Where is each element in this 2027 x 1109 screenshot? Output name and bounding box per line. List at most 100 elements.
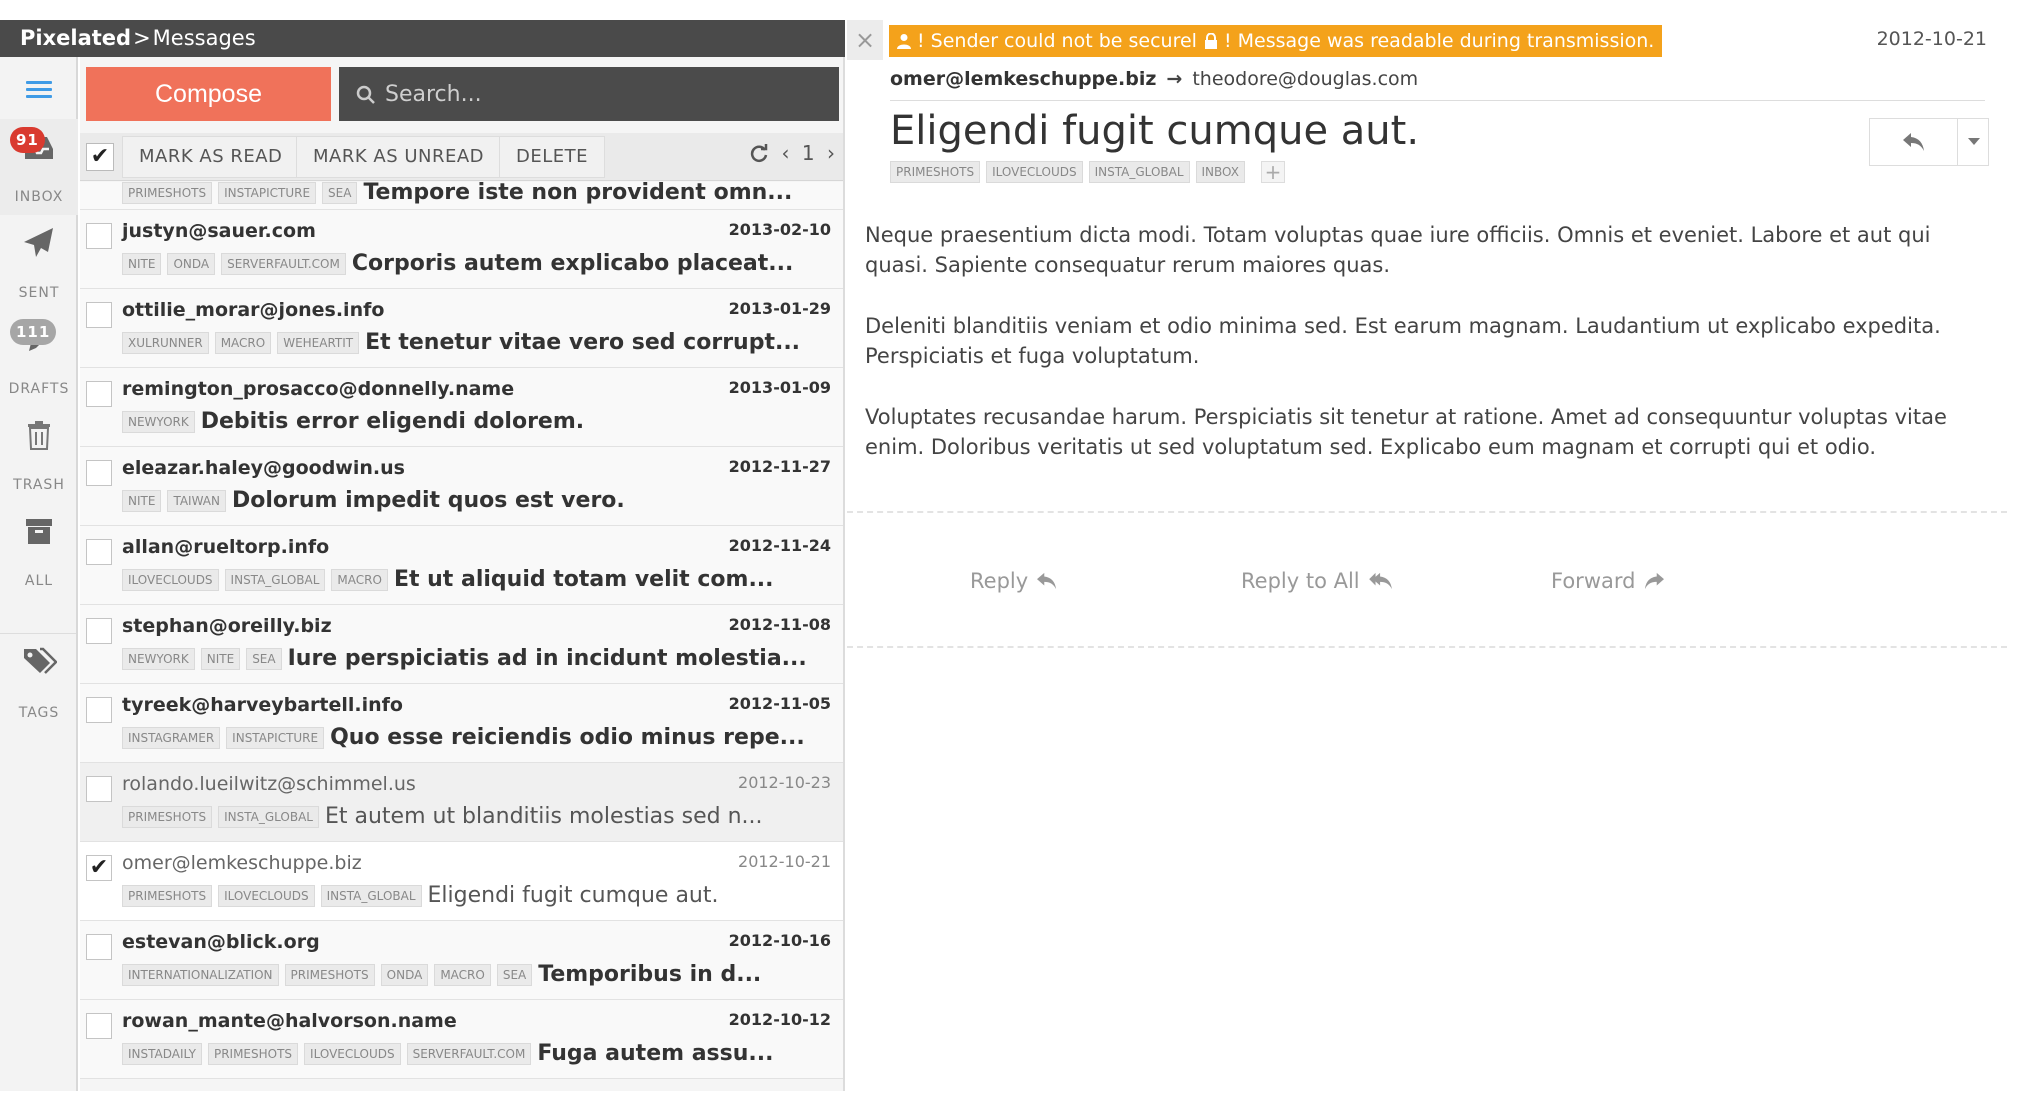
tag-chip[interactable]: INBOX <box>1195 161 1245 183</box>
close-icon[interactable]: × <box>847 20 883 60</box>
hamburger-menu-icon[interactable] <box>26 77 52 103</box>
message-checkbox[interactable]: ✔ <box>86 855 112 881</box>
reply-button[interactable]: Reply <box>970 569 1058 593</box>
forward-button[interactable]: Forward <box>1551 569 1665 593</box>
message-row[interactable]: eleazar.haley@goodwin.us 2012-11-27 NITE TA… <box>80 447 843 526</box>
tag-chip[interactable]: NITE <box>200 647 241 670</box>
tag-chip[interactable]: NEWYORK <box>122 410 195 433</box>
message-row[interactable]: remington_prosacco@donnelly.name 2013-01-… <box>80 368 843 447</box>
message-checkbox[interactable] <box>86 223 112 249</box>
tag-chip[interactable]: ILOVECLOUDS <box>986 161 1083 183</box>
tag-chip[interactable]: INSTAGRAMER <box>122 726 221 749</box>
message-tags-subject: PRIMESHOTS ILOVECLOUDS INSTA_GLOBAL Eligend… <box>122 883 835 908</box>
tag-chip[interactable]: INSTADAILY <box>122 1042 202 1065</box>
message-row[interactable]: PRIMESHOTS INSTAPICTURE SEA Tempore iste no… <box>80 182 843 210</box>
tag-chip[interactable]: XULRUNNER <box>122 331 209 354</box>
next-page-icon[interactable]: › <box>827 141 835 165</box>
message-checkbox[interactable] <box>86 1013 112 1039</box>
tag-chip[interactable]: INSTAPICTURE <box>226 726 325 749</box>
refresh-icon[interactable] <box>749 143 769 163</box>
quick-reply-button[interactable] <box>1870 119 1958 165</box>
tag-chip[interactable]: SEA <box>496 963 533 986</box>
message-list: PRIMESHOTS INSTAPICTURE SEA Tempore iste no… <box>80 182 843 1079</box>
tag-chip[interactable]: NITE <box>122 489 162 512</box>
tag-chip[interactable]: INTERNATIONALIZATION <box>122 963 279 986</box>
mark-as-read-button[interactable]: MARK AS READ <box>122 136 300 178</box>
breadcrumb: Pixelated>Messages <box>0 20 845 57</box>
add-tag-button[interactable]: + <box>1260 161 1285 183</box>
tag-chip[interactable]: PRIMESHOTS <box>890 161 981 183</box>
compose-button[interactable]: Compose <box>86 67 331 121</box>
message-row[interactable]: justyn@sauer.com 2013-02-10 NITE ONDA SERVER… <box>80 210 843 289</box>
message-tags-subject: NITE ONDA SERVERFAULT.COM Corporis autem ex… <box>122 251 835 276</box>
message-checkbox[interactable] <box>86 539 112 565</box>
message-checkbox[interactable] <box>86 460 112 486</box>
message-row[interactable]: ✔ omer@lemkeschuppe.biz 2012-10-21 PRIMESHO… <box>80 842 843 921</box>
sidebar-item-all[interactable]: ALL <box>0 503 78 599</box>
tag-chip[interactable]: MACRO <box>214 331 272 354</box>
message-row[interactable]: allan@rueltorp.info 2012-11-24 ILOVECLOUDS… <box>80 526 843 605</box>
sidebar-item-tags[interactable]: TAGS <box>0 635 78 731</box>
message-tags-subject: INTERNATIONALIZATION PRIMESHOTS ONDA MACRO S… <box>122 962 835 987</box>
tag-chip[interactable]: INSTAPICTURE <box>218 182 317 204</box>
reply-options-dropdown[interactable] <box>1959 119 1989 165</box>
tag-chip[interactable]: ONDA <box>380 963 429 986</box>
tag-chip[interactable]: PRIMESHOTS <box>122 805 213 828</box>
message-checkbox[interactable] <box>86 776 112 802</box>
message-row[interactable]: ottilie_morar@jones.info 2013-01-29 XULRUN… <box>80 289 843 368</box>
tag-chip[interactable]: ONDA <box>167 252 216 275</box>
tag-chip[interactable]: ILOVECLOUDS <box>304 1042 401 1065</box>
message-checkbox[interactable] <box>86 697 112 723</box>
sidebar-item-inbox[interactable]: 91 INBOX <box>0 119 78 215</box>
tag-chip[interactable]: PRIMESHOTS <box>284 963 375 986</box>
tag-chip[interactable]: INSTA_GLOBAL <box>1088 161 1190 183</box>
message-sender: justyn@sauer.com <box>122 220 316 242</box>
search-input[interactable] <box>385 67 825 121</box>
sidebar-item-sent[interactable]: SENT <box>0 215 78 311</box>
tag-chip[interactable]: PRIMESHOTS <box>122 182 213 204</box>
message-date: 2012-10-12 <box>728 1010 831 1029</box>
tag-chip[interactable]: INSTA_GLOBAL <box>320 884 422 907</box>
security-warning-encryption: ! Message was readable during transmissi… <box>1196 25 1663 57</box>
tag-chip[interactable]: PRIMESHOTS <box>122 884 213 907</box>
message-tags-subject: NEWYORK Debitis error eligendi dolorem. <box>122 409 835 434</box>
message-row[interactable]: tyreek@harveybartell.info 2012-11-05 INSTA… <box>80 684 843 763</box>
tag-chip[interactable]: SERVERFAULT.COM <box>406 1042 532 1065</box>
tag-chip[interactable]: ILOVECLOUDS <box>218 884 315 907</box>
delete-button[interactable]: DELETE <box>499 136 606 178</box>
tag-chip[interactable]: NEWYORK <box>122 647 195 670</box>
tag-chip[interactable]: WEHEARTIT <box>277 331 360 354</box>
message-checkbox[interactable] <box>86 302 112 328</box>
tag-chip[interactable]: INSTA_GLOBAL <box>218 805 319 828</box>
tag-chip[interactable]: ILOVECLOUDS <box>122 568 219 591</box>
message-row[interactable]: estevan@blick.org 2012-10-16 INTERNATIONAL… <box>80 921 843 1000</box>
divider <box>890 100 1985 101</box>
select-all-checkbox[interactable]: ✔ <box>86 143 114 171</box>
sidebar-item-trash[interactable]: TRASH <box>0 407 78 503</box>
message-row[interactable]: stephan@oreilly.biz 2012-11-08 NEWYORK NITE… <box>80 605 843 684</box>
app-name[interactable]: Pixelated <box>20 26 131 50</box>
message-sender: remington_prosacco@donnelly.name <box>122 378 515 400</box>
tag-chip[interactable]: SERVERFAULT.COM <box>221 252 346 275</box>
message-checkbox[interactable] <box>86 381 112 407</box>
message-row[interactable]: rolando.lueilwitz@schimmel.us 2012-10-23 P… <box>80 763 843 842</box>
tag-chip[interactable]: SEA <box>246 647 282 670</box>
tag-chip[interactable]: PRIMESHOTS <box>207 1042 299 1065</box>
message-date: 2012-10-21 <box>1876 28 1987 50</box>
message-checkbox[interactable] <box>86 618 112 644</box>
sidebar-item-label: DRAFTS <box>8 381 70 397</box>
message-row[interactable]: rowan_mante@halvorson.name 2012-10-12 INST… <box>80 1000 843 1079</box>
mark-as-unread-button[interactable]: MARK AS UNREAD <box>296 136 502 178</box>
message-checkbox[interactable] <box>86 934 112 960</box>
search-icon <box>356 85 375 104</box>
reply-all-button[interactable]: Reply to All <box>1241 569 1394 593</box>
prev-page-icon[interactable]: ‹ <box>782 141 790 165</box>
message-tags-subject: NEWYORK NITE SEA Iure perspiciatis ad in in… <box>122 646 835 671</box>
sidebar-item-drafts[interactable]: 111 DRAFTS <box>0 311 78 407</box>
tag-chip[interactable]: MACRO <box>331 568 388 591</box>
tag-chip[interactable]: TAIWAN <box>167 489 226 512</box>
tag-chip[interactable]: SEA <box>322 182 358 204</box>
tag-chip[interactable]: NITE <box>122 252 162 275</box>
tag-chip[interactable]: INSTA_GLOBAL <box>224 568 326 591</box>
tag-chip[interactable]: MACRO <box>434 963 491 986</box>
